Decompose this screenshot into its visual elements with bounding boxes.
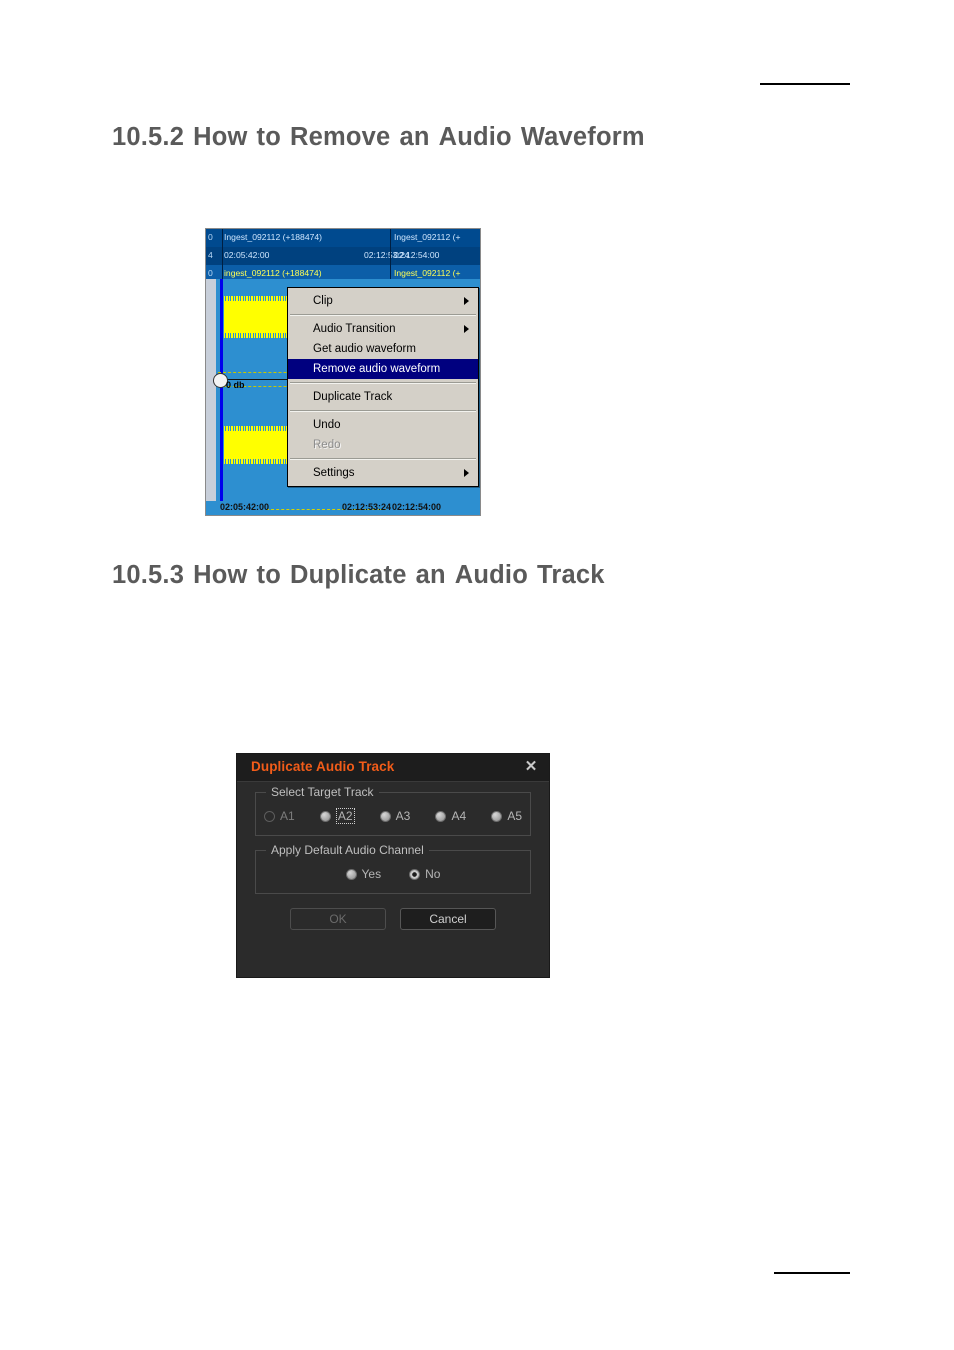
track-header-gutter [206,279,216,515]
timeline-screenshot-figure: 0 Ingest_092112 (+188474) Ingest_092112 … [205,228,481,516]
radio-label: A5 [507,809,522,823]
menu-item-label: Redo [313,439,341,451]
menu-item-label: Settings [313,467,355,479]
menu-item-redo: Redo [288,435,478,455]
clip-name-left: Ingest_092112 (+188474) [224,232,323,242]
menu-item-label: Undo [313,419,341,431]
radio-dot-icon[interactable] [345,868,357,880]
track-gutter-label: 0 [208,268,213,278]
track-gutter-divider [222,229,223,279]
menu-item-audio-transition[interactable]: Audio Transition [288,319,478,339]
menu-item-settings[interactable]: Settings [288,463,478,483]
dialog-title: Duplicate Audio Track [251,759,395,774]
gain-value-label: 0 db [226,380,245,390]
heading-word: an [415,561,446,589]
radio-option-yes[interactable]: Yes [345,867,382,881]
radio-dot-icon[interactable] [379,810,391,822]
footer-rule [774,1272,850,1274]
menu-item-label: Get audio waveform [313,343,416,355]
clip-context-menu[interactable]: Clip Audio Transition Get audio waveform… [287,287,479,487]
radio-option-a4[interactable]: A4 [435,809,466,823]
menu-item-remove-audio-waveform[interactable]: Remove audio waveform [288,359,478,379]
radio-dot-icon[interactable] [491,810,503,822]
heading-word: Waveform [520,123,645,151]
heading-word: to [256,123,282,151]
audio-clip-name-left: ingest_092112 (+188474) [224,268,322,278]
menu-item-label: Audio Transition [313,323,396,335]
radio-label: A4 [451,809,467,823]
radio-option-a3[interactable]: A3 [379,809,411,823]
timecode-in: 02:05:42:00 [224,250,270,260]
dialog-body: Select Target Track A1 A2 A3 A4 A5 Apply… [237,782,549,930]
radio-dot-icon[interactable] [264,810,275,822]
menu-separator [290,382,476,384]
chevron-right-icon [464,469,469,477]
heading-word: Track [537,561,605,589]
heading-word: an [399,123,430,151]
group-legend: Apply Default Audio Channel [266,843,429,857]
heading-word: Duplicate [290,561,407,589]
menu-separator [290,410,476,412]
timeline-footer-timecodes: 02:05:42:00 02:12:53:24 02:12:54:00 [206,501,480,515]
section-number: 10.5.2 [112,123,185,151]
clip-name-right: Ingest_092112 (+ [394,232,461,242]
duplicate-audio-track-dialog: Duplicate Audio Track ✕ Select Target Tr… [236,753,550,978]
radio-label: No [425,867,441,881]
menu-item-label: Remove audio waveform [313,363,441,375]
header-rule [760,83,850,85]
menu-separator [290,314,476,316]
footer-timecode-next: 02:12:54:00 [392,502,442,512]
menu-item-duplicate-track[interactable]: Duplicate Track [288,387,478,407]
timeline-clip-title-strip: 0 Ingest_092112 (+188474) Ingest_092112 … [206,229,480,247]
menu-item-label: Clip [313,295,333,307]
menu-item-label: Duplicate Track [313,391,393,403]
track-gutter-label: 4 [208,250,213,260]
section-heading-10-5-3: 10.5.3 How to Duplicate an Audio Track [112,561,614,590]
chevron-right-icon [464,325,469,333]
apply-default-audio-channel-group: Apply Default Audio Channel Yes No [255,843,531,894]
playhead-marker[interactable] [220,279,223,515]
cancel-button[interactable]: Cancel [400,908,496,930]
section-number: 10.5.3 [112,561,185,589]
menu-item-undo[interactable]: Undo [288,415,478,435]
radio-option-a2[interactable]: A2 [319,808,355,824]
menu-item-get-audio-waveform[interactable]: Get audio waveform [288,339,478,359]
dialog-titlebar[interactable]: Duplicate Audio Track ✕ [237,754,549,782]
heading-word: Audio [454,561,528,589]
radio-dot-icon[interactable] [319,810,331,822]
timeline-timecode-strip: 4 02:05:42:00 02:12:53:24 02:12:54:00 [206,247,480,265]
select-target-track-group: Select Target Track A1 A2 A3 A4 A5 [255,785,531,836]
timecode-next: 02:12:54:00 [394,250,440,260]
radio-label: A2 [335,808,355,824]
dialog-button-row: OK Cancel [255,908,531,930]
group-legend: Select Target Track [266,785,379,799]
target-track-radio-row: A1 A2 A3 A4 A5 [264,808,522,824]
audio-channel-radio-row: Yes No [264,867,522,881]
heading-word: Remove [290,123,391,151]
chevron-right-icon [464,297,469,305]
heading-word: Audio [438,123,512,151]
track-gutter-label: 0 [208,232,213,242]
audio-clip-name-right: Ingest_092112 (+ [394,268,461,278]
radio-option-a5[interactable]: A5 [491,809,522,823]
ok-button: OK [290,908,386,930]
radio-option-no[interactable]: No [409,867,440,881]
menu-separator [290,458,476,460]
heading-word: How [193,561,248,589]
section-heading-10-5-2: 10.5.2 How to Remove an Audio Waveform [112,123,654,152]
radio-label: A3 [395,809,411,823]
radio-dot-icon[interactable] [435,810,447,822]
heading-word: How [193,123,248,151]
footer-timecode-in: 02:05:42:00 [220,502,270,512]
heading-word: to [256,561,282,589]
radio-label: A1 [280,809,295,823]
radio-dot-icon[interactable] [409,868,421,880]
menu-item-clip[interactable]: Clip [288,291,478,311]
radio-option-a1[interactable]: A1 [264,809,295,823]
close-icon[interactable]: ✕ [523,759,539,775]
footer-timecode-out: 02:12:53:24 [342,502,392,512]
radio-label: Yes [361,867,382,881]
clip-boundary-divider [390,229,391,279]
timeline-audio-clip-strip: 0 ingest_092112 (+188474) Ingest_092112 … [206,265,480,279]
